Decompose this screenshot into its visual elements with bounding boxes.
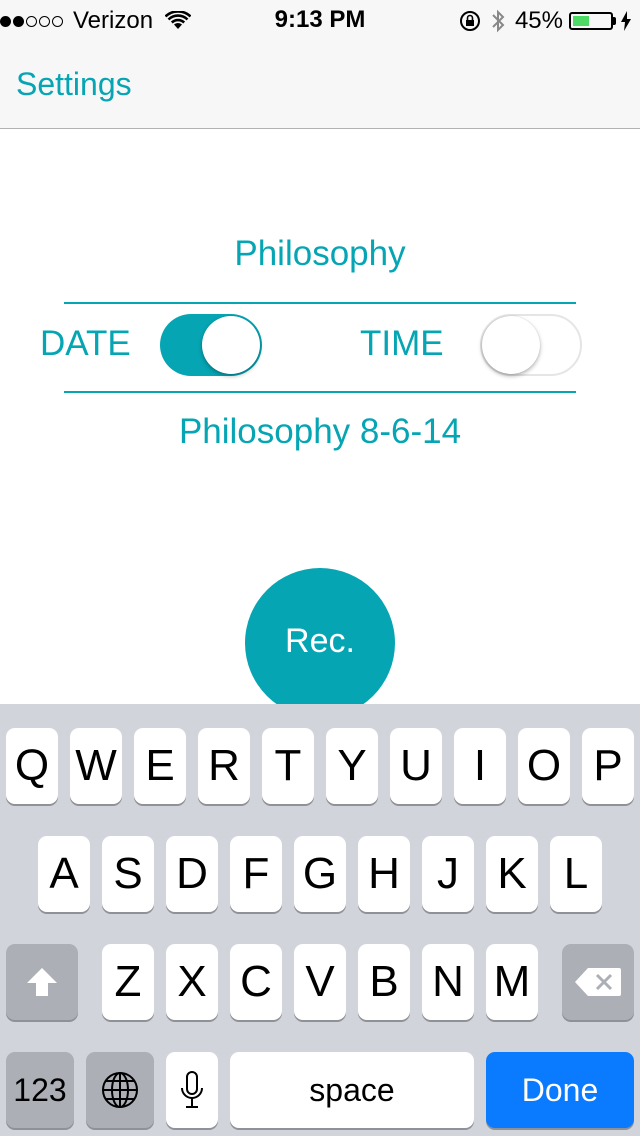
date-toggle-knob — [202, 316, 260, 374]
key-j[interactable]: J — [422, 836, 474, 912]
key-o[interactable]: O — [518, 728, 570, 804]
key-p[interactable]: P — [582, 728, 634, 804]
key-w[interactable]: W — [70, 728, 122, 804]
divider-bottom — [64, 391, 576, 393]
shift-icon — [27, 968, 57, 996]
navigation-bar: Settings — [0, 40, 640, 129]
globe-icon — [102, 1072, 138, 1108]
time-option-label: TIME — [360, 324, 444, 363]
status-bar: Verizon 9:13 PM 45% — [0, 0, 640, 40]
backspace-key[interactable] — [562, 944, 634, 1020]
microphone-icon — [181, 1071, 203, 1108]
key-r[interactable]: R — [198, 728, 250, 804]
keyboard: Q W E R T Y U I O P A S D F G H J K L Z … — [0, 704, 640, 1136]
key-u[interactable]: U — [390, 728, 442, 804]
time-toggle[interactable] — [480, 314, 582, 376]
key-g[interactable]: G — [294, 836, 346, 912]
shift-key[interactable] — [6, 944, 78, 1020]
key-v[interactable]: V — [294, 944, 346, 1020]
key-m[interactable]: M — [486, 944, 538, 1020]
recording-title[interactable]: Philosophy — [0, 234, 640, 274]
battery-percent: 45% — [514, 7, 563, 34]
time-toggle-knob — [482, 316, 540, 374]
divider-top — [64, 302, 576, 304]
key-f[interactable]: F — [230, 836, 282, 912]
key-n[interactable]: N — [422, 944, 474, 1020]
bluetooth-icon — [492, 9, 505, 33]
status-right: 45% — [459, 6, 632, 36]
battery-nub — [613, 17, 616, 25]
settings-back-button[interactable]: Settings — [16, 66, 132, 103]
backspace-icon — [575, 968, 621, 996]
battery-icon — [569, 12, 613, 30]
key-k[interactable]: K — [486, 836, 538, 912]
key-l[interactable]: L — [550, 836, 602, 912]
numbers-key[interactable]: 123 — [6, 1052, 74, 1128]
key-c[interactable]: C — [230, 944, 282, 1020]
key-y[interactable]: Y — [326, 728, 378, 804]
key-d[interactable]: D — [166, 836, 218, 912]
globe-key[interactable] — [86, 1052, 154, 1128]
key-z[interactable]: Z — [102, 944, 154, 1020]
record-button[interactable]: Rec. — [245, 568, 395, 718]
key-a[interactable]: A — [38, 836, 90, 912]
rotation-lock-icon — [459, 11, 480, 31]
space-key[interactable]: space — [230, 1052, 474, 1128]
key-x[interactable]: X — [166, 944, 218, 1020]
date-option-label: DATE — [40, 324, 131, 363]
filename-preview: Philosophy 8-6-14 — [178, 412, 462, 451]
charging-bolt-icon — [621, 11, 631, 31]
key-h[interactable]: H — [358, 836, 410, 912]
key-b[interactable]: B — [358, 944, 410, 1020]
dictation-key[interactable] — [166, 1052, 218, 1128]
key-s[interactable]: S — [102, 836, 154, 912]
key-t[interactable]: T — [262, 728, 314, 804]
battery-fill — [573, 16, 590, 26]
key-e[interactable]: E — [134, 728, 186, 804]
key-q[interactable]: Q — [6, 728, 58, 804]
key-i[interactable]: I — [454, 728, 506, 804]
done-key[interactable]: Done — [486, 1052, 634, 1128]
date-toggle[interactable] — [160, 314, 262, 376]
